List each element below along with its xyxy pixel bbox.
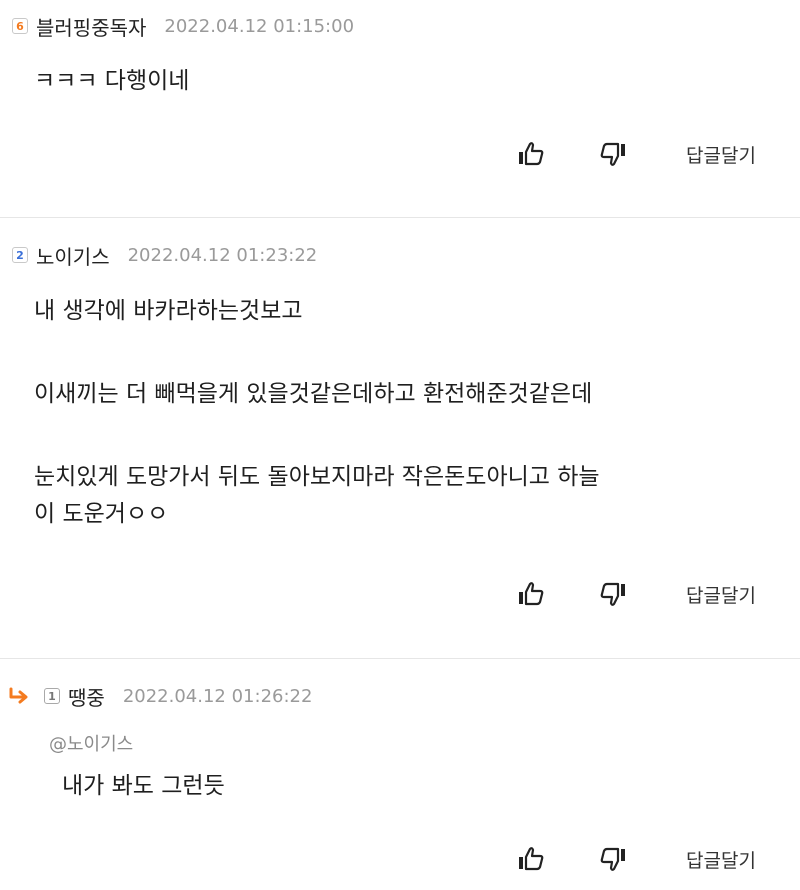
comment-meta: 6 블러핑중독자 2022.04.12 01:15:00 bbox=[12, 11, 354, 41]
comment-actions: 답글달기 bbox=[0, 134, 800, 174]
dislike-button[interactable] bbox=[599, 580, 629, 608]
comment-body-line: 이새끼는 더 빼먹을게 있을것같은데하고 환전해준것같은데 bbox=[34, 381, 593, 407]
comment-timestamp: 2022.04.12 01:15:00 bbox=[164, 15, 355, 37]
comment-body-line: 눈치있게 도망가서 뒤도 돌아보지마라 작은돈도아니고 하늘 bbox=[34, 464, 600, 490]
thumbs-down-icon bbox=[600, 847, 625, 871]
comment-body-line: 내 생각에 바카라하는것보고 bbox=[34, 298, 303, 324]
thumbs-up-icon bbox=[519, 582, 544, 606]
dislike-button[interactable] bbox=[599, 140, 629, 168]
comment-author[interactable]: 블러핑중독자 bbox=[36, 12, 146, 41]
reply-button[interactable]: 답글달기 bbox=[686, 846, 756, 873]
thumbs-down-icon bbox=[600, 582, 625, 606]
comment-actions: 답글달기 bbox=[0, 574, 800, 614]
comment-item: 6 블러핑중독자 2022.04.12 01:15:00 ㅋㅋㅋ 다행이네 답글… bbox=[0, 0, 800, 217]
comment-timestamp: 2022.04.12 01:26:22 bbox=[122, 685, 313, 707]
comment-author[interactable]: 노이기스 bbox=[36, 241, 110, 270]
comment-list: 6 블러핑중독자 2022.04.12 01:15:00 ㅋㅋㅋ 다행이네 답글… bbox=[0, 0, 800, 890]
comment-body: ㅋㅋㅋ 다행이네 bbox=[34, 68, 190, 94]
comment-meta: 2 노이기스 2022.04.12 01:23:22 bbox=[12, 240, 317, 270]
reply-button[interactable]: 답글달기 bbox=[686, 581, 756, 608]
comment-meta: 1 땡중 2022.04.12 01:26:22 bbox=[8, 681, 312, 711]
level-2-badge-icon: 2 bbox=[12, 247, 28, 263]
comment-item: 2 노이기스 2022.04.12 01:23:22 내 생각에 바카라하는것보… bbox=[0, 218, 800, 658]
like-button[interactable] bbox=[517, 845, 547, 873]
thumbs-up-icon bbox=[519, 847, 544, 871]
comment-body: 내가 봐도 그런듯 bbox=[62, 773, 225, 799]
thumbs-up-icon bbox=[519, 142, 544, 166]
reply-arrow-icon bbox=[9, 687, 28, 704]
comment-timestamp: 2022.04.12 01:23:22 bbox=[127, 244, 318, 266]
level-6-badge-icon: 6 bbox=[12, 18, 28, 34]
comment-actions: 답글달기 bbox=[0, 839, 800, 879]
like-button[interactable] bbox=[517, 140, 547, 168]
dislike-button[interactable] bbox=[599, 845, 629, 873]
comment-body-line: 이 도운거ㅇㅇ bbox=[34, 501, 169, 527]
reply-button[interactable]: 답글달기 bbox=[686, 141, 756, 168]
comment-author[interactable]: 땡중 bbox=[68, 682, 105, 711]
level-1-badge-icon: 1 bbox=[44, 688, 60, 704]
like-button[interactable] bbox=[517, 580, 547, 608]
reply-comment-item: 1 땡중 2022.04.12 01:26:22 @노이기스 내가 봐도 그런듯… bbox=[0, 659, 800, 890]
thumbs-down-icon bbox=[600, 142, 625, 166]
reply-mention[interactable]: @노이기스 bbox=[49, 730, 133, 756]
